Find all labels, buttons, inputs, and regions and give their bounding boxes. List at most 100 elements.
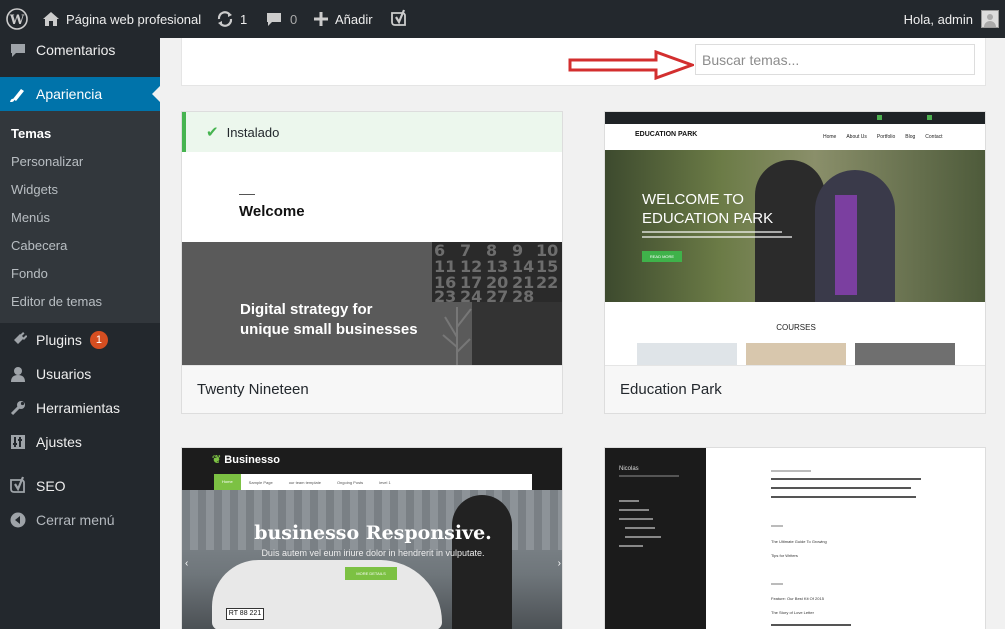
svg-text:W: W xyxy=(9,13,25,28)
collapse-arrow-icon xyxy=(8,510,28,530)
menu-item-apariencia[interactable]: Apariencia xyxy=(0,77,160,111)
checkmark-icon: ✔ xyxy=(206,124,219,141)
menu-item-usuarios[interactable]: Usuarios xyxy=(0,357,160,391)
shot-hero-button: READ MORE xyxy=(642,251,682,262)
shot-hero-sub: Duis autem vel eum iriure dolor in hendr… xyxy=(261,548,485,558)
course-thumb xyxy=(855,343,955,367)
theme-card-education-park[interactable]: EDUCATION PARK Home About Us Portfolio B… xyxy=(604,111,986,414)
menu-label: Plugins xyxy=(36,332,82,348)
shot-nav-item: our team template xyxy=(288,479,321,485)
theme-name: Education Park xyxy=(605,365,985,413)
menu-item-comentarios[interactable]: Comentarios xyxy=(0,33,160,67)
shot-line xyxy=(771,478,921,480)
theme-card-businesso[interactable]: ❦ Businesso Home Sample Page our team te… xyxy=(181,447,563,629)
menu-item-herramientas[interactable]: Herramientas xyxy=(0,391,160,425)
shot-line xyxy=(771,487,911,489)
menu-label: SEO xyxy=(36,478,66,494)
comment-icon xyxy=(266,11,282,27)
shot-site-title: Nicolas xyxy=(619,466,639,472)
yoast-seo-icon xyxy=(8,476,28,496)
shot-nav-item: Ongoing Posts xyxy=(336,479,364,485)
theme-screenshot: EDUCATION PARK Home About Us Portfolio B… xyxy=(605,112,985,367)
theme-screenshot: ❦ Businesso Home Sample Page our team te… xyxy=(182,448,562,629)
shot-hero: businesso Responsive. Duis autem vel eum… xyxy=(182,490,562,629)
comments-link[interactable]: 0 xyxy=(266,0,297,38)
updates-icon xyxy=(216,10,234,28)
submenu-widgets[interactable]: Widgets xyxy=(11,182,58,197)
comments-count: 0 xyxy=(290,11,298,27)
shot-hero: WELCOME TO EDUCATION PARK READ MORE xyxy=(605,150,985,302)
photo-woman xyxy=(452,495,512,629)
theme-card-minimal-blog[interactable]: Nicolas The Ultimate Guide To Growing Ti… xyxy=(604,447,986,629)
submenu-editor-de-temas[interactable]: Editor de temas xyxy=(11,294,102,309)
shot-line xyxy=(771,470,811,472)
shot-nav-item: level 1 xyxy=(379,479,391,485)
comment-icon xyxy=(8,40,28,60)
updates-count: 1 xyxy=(240,11,248,27)
installed-label: Instalado xyxy=(226,124,280,140)
course-thumb xyxy=(746,343,846,367)
red-arrow-annotation xyxy=(568,50,694,80)
updates-link[interactable]: 1 xyxy=(216,0,247,38)
calendar-number: 27 xyxy=(486,287,508,302)
menu-item-seo[interactable]: SEO xyxy=(0,469,160,503)
plugins-update-badge: 1 xyxy=(89,331,108,349)
settings-icon xyxy=(8,432,28,452)
collapse-menu-button[interactable]: Cerrar menú xyxy=(0,503,160,537)
menu-label: Apariencia xyxy=(36,86,103,102)
shot-nav-item: Home xyxy=(823,134,837,140)
shot-welcome: Welcome xyxy=(239,203,305,220)
shot-hero-title: WELCOME TO EDUCATION PARK xyxy=(642,190,773,228)
submenu-temas[interactable]: Temas xyxy=(11,126,51,141)
shot-nav-item: Sample Page xyxy=(248,479,273,485)
paintbrush-icon xyxy=(8,84,28,104)
shot-line xyxy=(625,527,655,529)
shot-list-post: The Story of Love Letter xyxy=(771,610,814,615)
shot-brand: EDUCATION PARK xyxy=(635,131,698,138)
menu-label: Ajustes xyxy=(36,434,82,450)
hero-text-line xyxy=(642,236,792,238)
shot-brand-text: Businesso xyxy=(224,454,280,466)
search-themes-input[interactable] xyxy=(695,44,975,75)
shot-nav-item: Blog xyxy=(905,134,916,140)
avatar xyxy=(981,10,999,28)
license-plate: RT 88 221 xyxy=(226,608,264,620)
shot-sidebar: Nicolas xyxy=(605,448,706,629)
site-name: Página web profesional xyxy=(66,11,202,27)
photo-dark-area xyxy=(472,302,562,367)
submenu-personalizar[interactable]: Personalizar xyxy=(11,154,83,169)
yoast-icon[interactable] xyxy=(390,0,408,38)
installed-notice: ✔ Instalado xyxy=(182,112,562,152)
submenu-menus[interactable]: Menús xyxy=(11,210,50,225)
hero-text-line xyxy=(642,231,782,233)
submenu-cabecera[interactable]: Cabecera xyxy=(11,238,67,253)
shot-nav-item: About Us xyxy=(846,134,867,140)
theme-screenshot: Nicolas The Ultimate Guide To Growing Ti… xyxy=(605,448,985,629)
theme-name: Twenty Nineteen xyxy=(182,365,562,413)
course-thumb xyxy=(637,343,737,367)
shot-line xyxy=(619,509,649,511)
submenu-fondo[interactable]: Fondo xyxy=(11,266,48,281)
photo-stole xyxy=(835,195,857,295)
shot-tagline-line: Digital strategy for xyxy=(240,301,373,318)
shot-nav-item: Home xyxy=(214,474,241,490)
next-arrow-icon: › xyxy=(557,558,561,569)
menu-label: Cerrar menú xyxy=(36,512,115,528)
shot-line xyxy=(619,518,653,520)
menu-item-ajustes[interactable]: Ajustes xyxy=(0,425,160,459)
theme-card-twenty-nineteen[interactable]: ✔ Instalado Welcome 6 7 8 9 10 11 12 13 xyxy=(181,111,563,414)
shot-line xyxy=(619,475,679,477)
shot-brand: ❦ Businesso xyxy=(212,453,280,466)
shot-nav: Home About Us Portfolio Blog Contact xyxy=(823,134,943,140)
shot-recent-post: Tips for Writers xyxy=(771,553,798,558)
shot-line xyxy=(771,496,916,498)
shot-line xyxy=(625,536,661,538)
contact-icon xyxy=(927,115,932,120)
menu-item-plugins[interactable]: Plugins 1 xyxy=(0,323,160,357)
new-content-link[interactable]: Añadir xyxy=(314,0,373,38)
wrench-icon xyxy=(8,398,28,418)
shot-line xyxy=(771,583,783,585)
shot-hero-line: WELCOME TO xyxy=(642,191,744,208)
my-account-link[interactable]: Hola, admin xyxy=(904,0,999,38)
appearance-submenu: Temas Personalizar Widgets Menús Cabecer… xyxy=(0,111,160,323)
